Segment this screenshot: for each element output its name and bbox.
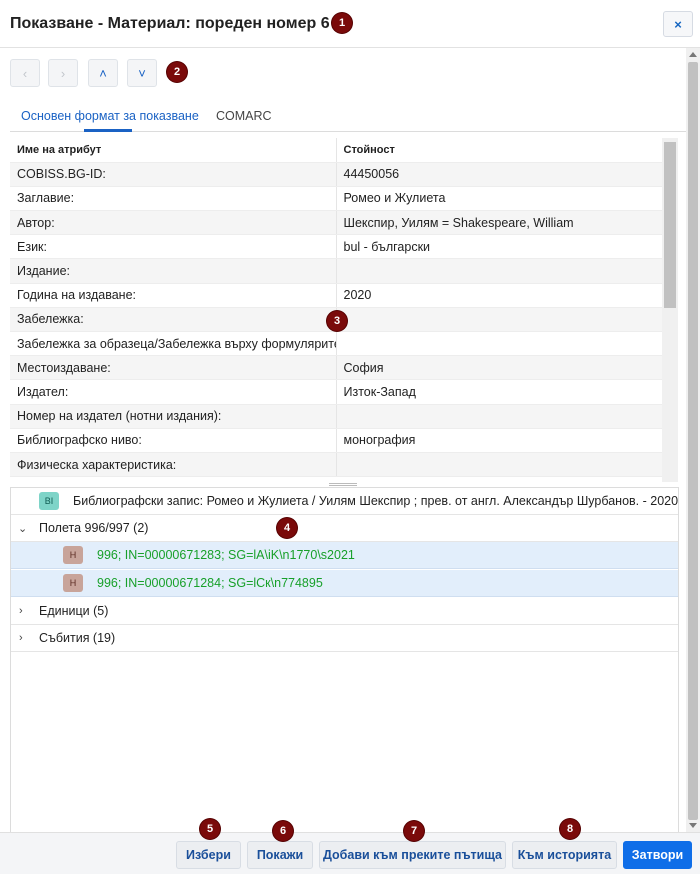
chevron-up-icon: ˄ [99,65,107,81]
field-label: 996; IN=00000671283; SG=lA\iK\n1770\s202… [97,548,355,562]
attribute-value: Ромео и Жулиета [336,186,662,212]
holding-badge-icon: H [63,546,83,564]
scroll-up-icon[interactable] [689,52,697,57]
column-header-value: Стойност [336,138,662,163]
units-group-label: Единици (5) [39,604,109,618]
table-row: Автор: Шекспир, Уилям = Shakespeare, Will… [10,210,662,236]
show-button[interactable]: Покажи [247,841,313,869]
next-record-button[interactable]: › [48,59,78,87]
chevron-right-icon[interactable]: › [19,632,23,644]
tree-fields-group[interactable]: ⌄ Полета 996/997 (2) [11,515,678,542]
annotation-marker-6: 6 [273,821,293,841]
attribute-value [336,331,662,357]
table-row: Издание: [10,258,662,284]
dialog-footer: Избери Покажи Добави към преките пътища … [0,832,700,874]
attribute-name: Библиографско ниво: [10,428,337,453]
attribute-value: Изток-Запад [336,379,662,405]
attribute-name: Номер на издател (нотни издания): [10,404,337,429]
chevron-left-icon: ‹ [22,65,28,81]
attribute-name: Език: [10,234,337,260]
bibliographic-badge-icon: BI [39,492,59,510]
table-row: Библиографско ниво: монография [10,428,662,453]
dialog-scrollbar[interactable] [686,48,700,832]
table-row: Година на издаване: 2020 [10,283,662,308]
tree-field-row[interactable]: H 996; IN=00000671284; SG=lCк\n774895 [11,570,678,597]
attribute-name: Физическа характеристика: [10,452,337,478]
close-button[interactable]: Затвори [623,841,692,869]
to-history-button[interactable]: Към историята [512,841,617,869]
table-row: Издател: Изток-Запад [10,379,662,405]
record-label: Библиографски запис: Ромео и Жулиета / У… [73,494,679,508]
move-up-button[interactable]: ˄ [88,59,118,87]
scroll-down-icon[interactable] [689,823,697,828]
attribute-name: Заглавие: [10,186,337,212]
annotation-marker-8: 8 [560,819,580,839]
attribute-value: София [336,355,662,381]
move-down-button[interactable]: ˅ [127,59,157,87]
annotation-marker-4: 4 [277,518,297,538]
chevron-down-icon[interactable]: ⌄ [18,522,27,535]
attribute-name: Местоиздаване: [10,355,337,381]
attribute-value: монография [336,428,662,453]
table-row: Местоиздаване: София [10,355,662,381]
table-row: COBISS.BG-ID: 44450056 [10,162,662,187]
annotation-marker-7: 7 [404,821,424,841]
attribute-name: Забележка: [10,307,337,333]
tab-comarc[interactable]: COMARC [216,109,272,123]
chevron-right-icon[interactable]: › [19,605,23,617]
attribute-name: Година на издаване: [10,283,337,308]
previous-record-button[interactable]: ‹ [10,59,40,87]
field-label: 996; IN=00000671284; SG=lCк\n774895 [97,576,323,590]
column-header-attribute: Име на атрибут [10,138,337,163]
annotation-marker-1: 1 [332,13,352,33]
select-button[interactable]: Избери [176,841,241,869]
active-tab-indicator [84,129,132,132]
table-scrollbar-thumb[interactable] [664,142,676,308]
tree-field-row[interactable]: H 996; IN=00000671283; SG=lA\iK\n1770\s2… [11,542,678,569]
table-row: Заглавие: Ромео и Жулиета [10,186,662,212]
tree-record-row[interactable]: BI Библиографски запис: Ромео и Жулиета … [11,488,678,515]
annotation-marker-3: 3 [327,311,347,331]
attribute-table: Име на атрибут Стойност COBISS.BG-ID: 444… [10,138,662,478]
table-scrollbar[interactable] [662,138,678,482]
pane-splitter-handle[interactable] [329,483,357,486]
attribute-value: 2020 [336,283,662,308]
attribute-value: Шекспир, Уилям = Shakespeare, William [336,210,662,236]
table-header-row: Име на атрибут Стойност [10,138,662,163]
close-icon[interactable]: × [663,11,693,37]
holding-badge-icon: H [63,574,83,592]
attribute-value [336,452,662,478]
annotation-marker-2: 2 [167,62,187,82]
events-group-label: Събития (19) [39,631,116,645]
attribute-value: bul - български [336,234,662,260]
format-tabs: Основен формат за показване COMARC [10,100,686,132]
fields-group-label: Полета 996/997 (2) [39,521,149,535]
attribute-value: 44450056 [336,162,662,187]
tab-basic-format[interactable]: Основен формат за показване [21,109,199,123]
table-row: Забележка за образеца/Забележка върху фо… [10,331,662,357]
table-row: Език: bul - български [10,234,662,260]
attribute-value [336,404,662,429]
chevron-down-icon: ˅ [138,65,146,81]
attribute-name: Автор: [10,210,337,236]
attribute-name: Забележка за образеца/Забележка върху фо… [10,331,337,357]
scrollbar-thumb[interactable] [688,62,698,820]
attribute-name: Издание: [10,258,337,284]
attribute-value [336,307,662,333]
annotation-marker-5: 5 [200,819,220,839]
attribute-value [336,258,662,284]
attribute-name: COBISS.BG-ID: [10,162,337,187]
table-row: Номер на издател (нотни издания): [10,404,662,429]
attribute-name: Издател: [10,379,337,405]
tree-events-group[interactable]: › Събития (19) [11,625,678,652]
dialog-title: Показване - Материал: пореден номер 6 [10,15,330,32]
tree-units-group[interactable]: › Единици (5) [11,598,678,625]
add-to-shortcuts-button[interactable]: Добави към преките пътища [319,841,506,869]
chevron-right-icon: › [60,65,66,81]
record-tree: BI Библиографски запис: Ромео и Жулиета … [10,487,679,832]
table-row: Физическа характеристика: [10,452,662,478]
